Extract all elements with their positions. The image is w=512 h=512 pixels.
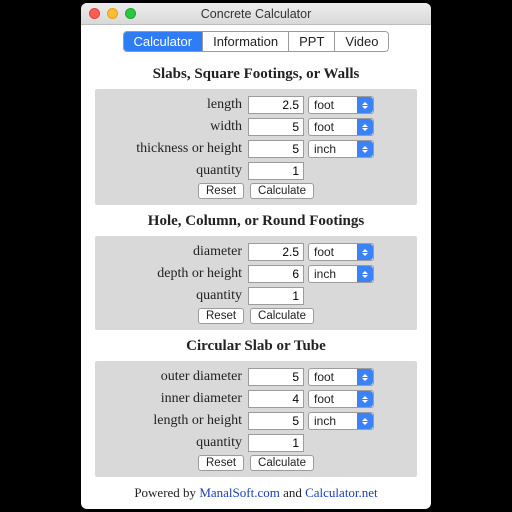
tab-information[interactable]: Information — [203, 32, 289, 51]
slab-length-unit[interactable]: foot — [308, 96, 374, 114]
updown-icon — [357, 369, 373, 385]
tube-outer-row: outer diameter foot — [103, 367, 409, 387]
slab-calculate-button[interactable]: Calculate — [250, 183, 314, 199]
tube-len-unit-text: inch — [314, 414, 336, 428]
content: Slabs, Square Footings, or Walls length … — [81, 56, 431, 509]
updown-icon — [357, 244, 373, 260]
slab-width-row: width foot — [103, 117, 409, 137]
updown-icon — [357, 119, 373, 135]
tube-panel: outer diameter foot inner diameter foot … — [95, 361, 417, 477]
hole-title: Hole, Column, or Round Footings — [95, 213, 417, 230]
hole-depth-label: depth or height — [103, 266, 248, 282]
tube-len-input[interactable] — [248, 412, 304, 430]
tab-bar: Calculator Information PPT Video — [81, 25, 431, 56]
slab-thick-input[interactable] — [248, 140, 304, 158]
tube-qty-label: quantity — [103, 435, 248, 451]
hole-buttons: Reset Calculate — [103, 308, 409, 324]
updown-icon — [357, 391, 373, 407]
footer: Powered by ManalSoft.com and Calculator.… — [95, 485, 417, 501]
footer-link-manalsoft[interactable]: ManalSoft.com — [199, 485, 280, 500]
tube-outer-unit[interactable]: foot — [308, 368, 374, 386]
tube-len-unit[interactable]: inch — [308, 412, 374, 430]
hole-depth-unit[interactable]: inch — [308, 265, 374, 283]
tube-outer-unit-text: foot — [314, 370, 334, 384]
tube-reset-button[interactable]: Reset — [198, 455, 244, 471]
updown-icon — [357, 97, 373, 113]
hole-qty-label: quantity — [103, 288, 248, 304]
window-title: Concrete Calculator — [81, 7, 431, 21]
hole-dia-unit[interactable]: foot — [308, 243, 374, 261]
footer-prefix: Powered by — [134, 485, 199, 500]
tube-inner-label: inner diameter — [103, 391, 248, 407]
slab-width-unit[interactable]: foot — [308, 118, 374, 136]
updown-icon — [357, 141, 373, 157]
tube-title: Circular Slab or Tube — [95, 338, 417, 355]
hole-dia-label: diameter — [103, 244, 248, 260]
tab-ppt[interactable]: PPT — [289, 32, 335, 51]
slab-length-row: length foot — [103, 95, 409, 115]
updown-icon — [357, 413, 373, 429]
tube-inner-input[interactable] — [248, 390, 304, 408]
footer-sep: and — [280, 485, 305, 500]
slab-buttons: Reset Calculate — [103, 183, 409, 199]
hole-depth-unit-text: inch — [314, 267, 336, 281]
slab-thick-unit[interactable]: inch — [308, 140, 374, 158]
hole-dia-unit-text: foot — [314, 245, 334, 259]
tube-qty-row: quantity — [103, 433, 409, 453]
slab-thick-unit-text: inch — [314, 142, 336, 156]
segmented-control: Calculator Information PPT Video — [123, 31, 390, 52]
slab-width-unit-text: foot — [314, 120, 334, 134]
slab-title: Slabs, Square Footings, or Walls — [95, 66, 417, 83]
tube-calculate-button[interactable]: Calculate — [250, 455, 314, 471]
hole-depth-input[interactable] — [248, 265, 304, 283]
updown-icon — [357, 266, 373, 282]
tube-len-row: length or height inch — [103, 411, 409, 431]
slab-length-label: length — [103, 97, 248, 113]
slab-thick-row: thickness or height inch — [103, 139, 409, 159]
app-window: Concrete Calculator Calculator Informati… — [81, 3, 431, 509]
hole-panel: diameter foot depth or height inch quant… — [95, 236, 417, 330]
tube-outer-label: outer diameter — [103, 369, 248, 385]
hole-depth-row: depth or height inch — [103, 264, 409, 284]
slab-length-unit-text: foot — [314, 98, 334, 112]
hole-reset-button[interactable]: Reset — [198, 308, 244, 324]
slab-width-input[interactable] — [248, 118, 304, 136]
hole-calculate-button[interactable]: Calculate — [250, 308, 314, 324]
titlebar: Concrete Calculator — [81, 3, 431, 25]
tube-inner-row: inner diameter foot — [103, 389, 409, 409]
slab-width-label: width — [103, 119, 248, 135]
slab-reset-button[interactable]: Reset — [198, 183, 244, 199]
tube-inner-unit-text: foot — [314, 392, 334, 406]
tab-calculator[interactable]: Calculator — [124, 32, 204, 51]
slab-length-input[interactable] — [248, 96, 304, 114]
slab-qty-row: quantity — [103, 161, 409, 181]
tube-len-label: length or height — [103, 413, 248, 429]
slab-qty-label: quantity — [103, 163, 248, 179]
footer-link-calculatornet[interactable]: Calculator.net — [305, 485, 378, 500]
tube-buttons: Reset Calculate — [103, 455, 409, 471]
tab-video[interactable]: Video — [335, 32, 388, 51]
slab-panel: length foot width foot thickness or heig… — [95, 89, 417, 205]
slab-qty-input[interactable] — [248, 162, 304, 180]
tube-qty-input[interactable] — [248, 434, 304, 452]
hole-dia-row: diameter foot — [103, 242, 409, 262]
slab-thick-label: thickness or height — [103, 141, 248, 157]
tube-outer-input[interactable] — [248, 368, 304, 386]
hole-dia-input[interactable] — [248, 243, 304, 261]
tube-inner-unit[interactable]: foot — [308, 390, 374, 408]
hole-qty-input[interactable] — [248, 287, 304, 305]
hole-qty-row: quantity — [103, 286, 409, 306]
